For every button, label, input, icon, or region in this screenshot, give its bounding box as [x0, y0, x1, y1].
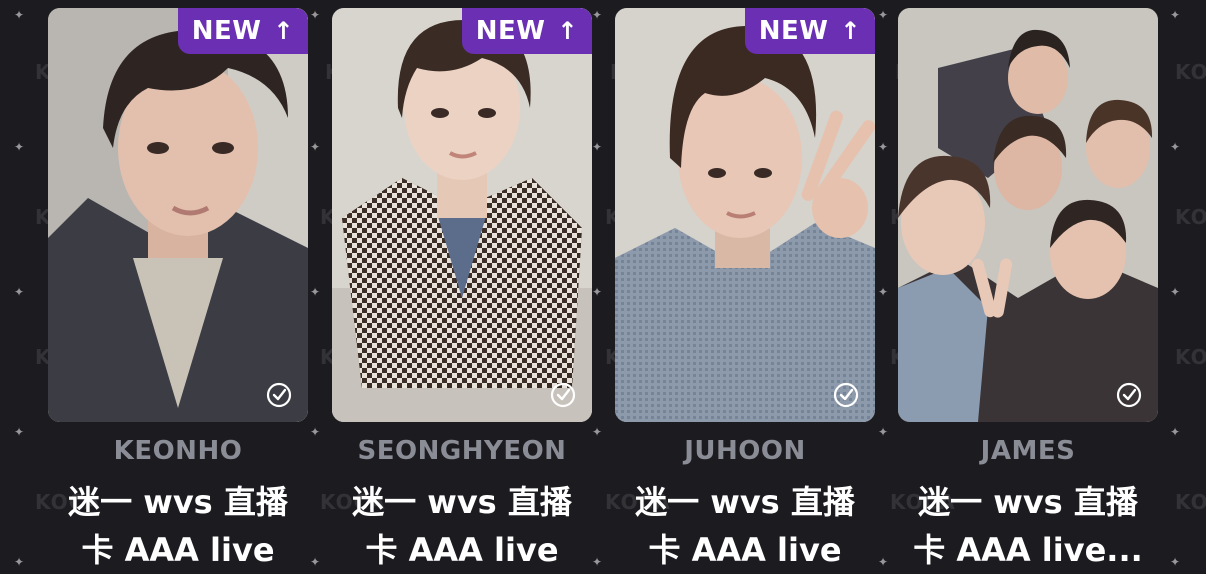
card-title-line2: 卡 AAA live — [648, 531, 842, 569]
arrow-up-icon: ↑ — [840, 17, 861, 45]
photocard-image[interactable]: NEW ↑ — [48, 8, 308, 422]
photocard-juhoon[interactable]: NEW ↑ JUHOON 迷一 wvs 直播 卡 AAA live — [615, 8, 875, 569]
sparkle-icon: ✦ — [592, 8, 603, 22]
sparkle-icon: ✦ — [14, 285, 25, 299]
new-badge-label: NEW — [475, 16, 546, 46]
sparkle-icon: ✦ — [1170, 285, 1181, 299]
arrow-up-icon: ↑ — [557, 17, 578, 45]
card-title[interactable]: 迷一 wvs 直播 卡 AAA live... — [888, 478, 1168, 574]
sparkle-icon: ✦ — [14, 8, 25, 22]
new-badge: NEW ↑ — [461, 8, 592, 54]
photocard-image[interactable] — [898, 8, 1158, 422]
sparkle-icon: ✦ — [14, 140, 25, 154]
sparkle-icon: ✦ — [14, 555, 25, 569]
sparkle-icon: ✦ — [878, 8, 889, 22]
photocard-image[interactable]: NEW ↑ — [332, 8, 592, 422]
new-badge-label: NEW — [191, 16, 262, 46]
card-title[interactable]: 迷一 wvs 直播 卡 AAA live — [605, 478, 885, 574]
sparkle-icon: ✦ — [14, 425, 25, 439]
sparkle-icon: ✦ — [592, 285, 603, 299]
sparkle-icon: ✦ — [592, 425, 603, 439]
new-badge: NEW ↑ — [744, 8, 875, 54]
member-name: JAMES — [980, 436, 1076, 466]
sparkle-icon: ✦ — [878, 285, 889, 299]
card-title-line1: 迷一 wvs 直播 — [68, 483, 288, 521]
photocard-keonho[interactable]: NEW ↑ KEONHO 迷一 wvs 直播 卡 AAA live — [48, 8, 308, 569]
new-badge: NEW ↑ — [177, 8, 308, 54]
card-title-line1: 迷一 wvs 直播 — [635, 483, 855, 521]
photocard-image[interactable]: NEW ↑ — [615, 8, 875, 422]
photocard-james[interactable]: JAMES 迷一 wvs 直播 卡 AAA live... — [898, 8, 1158, 569]
watermark-logo: KOCA — [1175, 490, 1206, 514]
sparkle-icon: ✦ — [1170, 8, 1181, 22]
sparkle-icon: ✦ — [878, 140, 889, 154]
sparkle-icon: ✦ — [310, 285, 321, 299]
watermark-logo: KOCA — [1175, 345, 1206, 369]
watermark-logo: KOCA — [1175, 205, 1206, 229]
sparkle-icon: ✦ — [310, 425, 321, 439]
card-title-line2: 卡 AAA live — [81, 531, 275, 569]
new-badge-label: NEW — [758, 16, 829, 46]
group-portrait-illustration — [898, 8, 1158, 422]
sparkle-icon: ✦ — [310, 8, 321, 22]
card-title[interactable]: 迷一 wvs 直播 卡 AAA live — [38, 478, 318, 574]
card-title-line1: 迷一 wvs 直播 — [352, 483, 572, 521]
card-title-line2: 卡 AAA live... — [913, 531, 1143, 569]
check-circle-icon[interactable] — [550, 382, 576, 408]
member-name: JUHOON — [684, 436, 806, 466]
sparkle-icon: ✦ — [592, 140, 603, 154]
sparkle-icon: ✦ — [1170, 140, 1181, 154]
member-name: KEONHO — [113, 436, 243, 466]
member-name: SEONGHYEON — [357, 436, 567, 466]
check-circle-icon[interactable] — [266, 382, 292, 408]
sparkle-icon: ✦ — [310, 140, 321, 154]
check-circle-icon[interactable] — [833, 382, 859, 408]
card-title-line1: 迷一 wvs 直播 — [918, 483, 1138, 521]
watermark-logo: KOCA — [1175, 60, 1206, 84]
arrow-up-icon: ↑ — [273, 17, 294, 45]
sparkle-icon: ✦ — [1170, 555, 1181, 569]
card-title[interactable]: 迷一 wvs 直播 卡 AAA live — [322, 478, 602, 574]
card-title-line2: 卡 AAA live — [365, 531, 559, 569]
portrait-illustration — [615, 8, 875, 422]
portrait-illustration — [332, 8, 592, 422]
sparkle-icon: ✦ — [1170, 425, 1181, 439]
portrait-illustration — [48, 8, 308, 422]
photocard-grid-page: KOCA KOCA KOCA KOCA KOCA KOCA KOCA KOCA … — [0, 0, 1206, 574]
sparkle-icon: ✦ — [878, 425, 889, 439]
photocard-seonghyeon[interactable]: NEW ↑ SEONGHYEON 迷一 wvs 直播 卡 AAA live — [332, 8, 592, 569]
check-circle-icon[interactable] — [1116, 382, 1142, 408]
